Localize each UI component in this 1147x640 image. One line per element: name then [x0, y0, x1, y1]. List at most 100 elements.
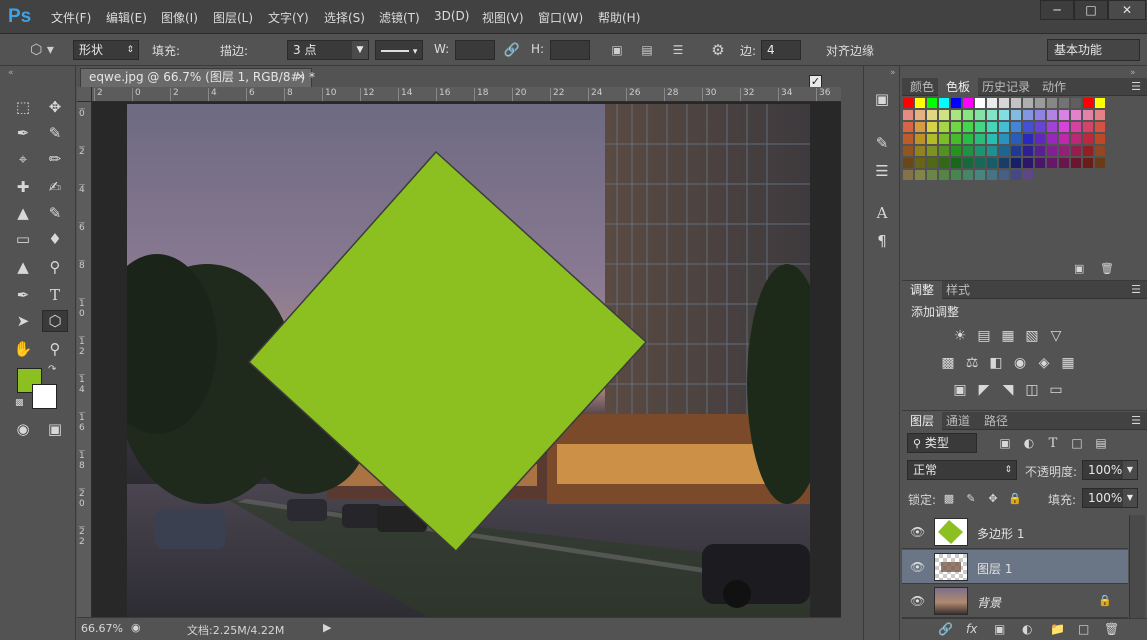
filter-smart-object-icon[interactable]: ▤ [1088, 432, 1114, 454]
lock-position-icon[interactable]: ✥ [984, 487, 1002, 509]
color-swatch[interactable] [951, 98, 961, 108]
color-swatch[interactable] [1035, 122, 1045, 132]
color-swatch[interactable] [1011, 122, 1021, 132]
status-icon[interactable]: ◉ [131, 621, 141, 634]
hue-saturation-icon[interactable]: ▩ [935, 352, 961, 374]
color-swatch[interactable] [1071, 98, 1081, 108]
polygon-tool-icon[interactable]: ⬡ [42, 310, 68, 332]
new-swatch-icon[interactable]: ▣ [1074, 262, 1084, 275]
color-swatch[interactable] [915, 170, 925, 180]
layer-row[interactable]: 👁 多边形 1 [902, 515, 1128, 549]
new-layer-icon[interactable]: □ [1078, 622, 1089, 636]
layer-filter-select[interactable]: ⚲ 类型 [907, 433, 977, 453]
color-swatch[interactable] [951, 110, 961, 120]
tab-swatches[interactable]: 色板 [938, 78, 979, 96]
color-swatch[interactable] [999, 146, 1009, 156]
color-swatch[interactable] [963, 146, 973, 156]
width-input[interactable] [455, 40, 495, 60]
lock-transparent-icon[interactable]: ▩ [940, 487, 958, 509]
color-swatch[interactable] [1071, 146, 1081, 156]
path-selection-tool-icon[interactable]: ➤ [10, 310, 36, 332]
color-swatch[interactable] [1047, 122, 1057, 132]
stroke-width-input[interactable]: 3 点 ▼ [287, 40, 369, 60]
photo-filter-icon[interactable]: ◉ [1007, 352, 1033, 374]
color-swatch[interactable] [1035, 110, 1045, 120]
color-swatch[interactable] [999, 98, 1009, 108]
color-swatch[interactable] [975, 170, 985, 180]
height-input[interactable] [550, 40, 590, 60]
filter-shape-icon[interactable]: □ [1064, 432, 1090, 454]
default-colors-icon[interactable]: ▩ [15, 398, 24, 408]
filter-type-icon[interactable]: T [1040, 432, 1066, 454]
color-swatch[interactable] [939, 98, 949, 108]
lasso-tool-icon[interactable]: ✒ [10, 122, 36, 144]
swatch-grid[interactable] [902, 97, 1122, 183]
tab-layers[interactable]: 图层 [902, 412, 943, 430]
color-swatch[interactable] [1071, 134, 1081, 144]
healing-brush-tool-icon[interactable]: ✚ [10, 176, 36, 198]
color-swatch[interactable] [1011, 146, 1021, 156]
brush-tool-icon[interactable]: ✍ [42, 176, 68, 198]
path-arrangement-icon[interactable]: ☰ [667, 40, 689, 60]
color-swatch[interactable] [963, 170, 973, 180]
crop-tool-icon[interactable]: ⌖ [10, 148, 36, 170]
color-swatch[interactable] [1047, 110, 1057, 120]
color-swatch[interactable] [927, 170, 937, 180]
blend-mode-select[interactable]: 正常 ⇕ [907, 460, 1017, 480]
tab-history[interactable]: 历史记录 [974, 78, 1038, 96]
color-swatch[interactable] [939, 110, 949, 120]
eye-icon[interactable]: 👁 [910, 594, 925, 608]
tab-styles[interactable]: 样式 [938, 281, 978, 299]
document-canvas-photo[interactable] [127, 104, 810, 617]
panel-menu-icon[interactable]: ☰ [1131, 80, 1141, 93]
color-swatch[interactable] [999, 134, 1009, 144]
color-swatch[interactable] [903, 122, 913, 132]
threshold-icon[interactable]: ◥ [995, 379, 1021, 401]
color-swatch[interactable] [1035, 158, 1045, 168]
color-swatch[interactable] [975, 122, 985, 132]
levels-icon[interactable]: ▤ [971, 325, 997, 347]
gradient-map-icon[interactable]: ▭ [1043, 379, 1069, 401]
color-swatch[interactable] [1011, 134, 1021, 144]
color-swatch[interactable] [1011, 170, 1021, 180]
color-swatch[interactable] [1023, 110, 1033, 120]
menu-filter[interactable]: 滤镜(T) [379, 9, 420, 26]
color-swatch[interactable] [1095, 110, 1105, 120]
color-swatch[interactable] [1023, 134, 1033, 144]
color-swatch[interactable] [903, 158, 913, 168]
expand-icon[interactable]: » [890, 68, 896, 78]
color-swatch[interactable] [999, 158, 1009, 168]
color-swatch[interactable] [915, 110, 925, 120]
path-alignment-icon[interactable]: ▤ [637, 40, 657, 60]
color-swatch[interactable] [1095, 158, 1105, 168]
menu-type[interactable]: 文字(Y) [268, 9, 309, 26]
color-swatch[interactable] [1059, 122, 1069, 132]
color-swatch[interactable] [987, 170, 997, 180]
color-swatch[interactable] [939, 170, 949, 180]
tab-actions[interactable]: 动作 [1034, 78, 1074, 96]
new-group-icon[interactable]: 📁 [1050, 622, 1065, 636]
color-swatch[interactable] [1083, 134, 1093, 144]
close-tab-icon[interactable]: ✕ [297, 69, 305, 86]
sides-input[interactable]: 4 [761, 40, 801, 60]
gear-icon[interactable]: ⚙ [708, 40, 728, 60]
maximize-icon[interactable]: □ [1074, 0, 1108, 20]
color-swatch[interactable] [1023, 146, 1033, 156]
3d-panel-icon[interactable]: ▣ [869, 88, 895, 110]
lock-image-icon[interactable]: ✎ [962, 487, 980, 509]
add-mask-icon[interactable]: ▣ [994, 622, 1005, 636]
color-balance-icon[interactable]: ⚖ [959, 352, 985, 374]
stroke-type-select[interactable]: ▾ [375, 40, 423, 60]
hand-tool-icon[interactable]: ✋ [10, 338, 36, 360]
color-swatch[interactable] [1059, 98, 1069, 108]
color-swatch[interactable] [927, 110, 937, 120]
color-swatch[interactable] [1035, 98, 1045, 108]
color-swatch[interactable] [1059, 158, 1069, 168]
background-color-swatch[interactable] [32, 384, 57, 409]
workspace-button[interactable]: 基本功能 [1047, 39, 1140, 61]
color-swatch[interactable] [903, 134, 913, 144]
color-swatch[interactable] [963, 110, 973, 120]
color-swatch[interactable] [951, 146, 961, 156]
type-tool-icon[interactable]: T [42, 284, 68, 306]
pen-tool-icon[interactable]: ✒ [10, 284, 36, 306]
